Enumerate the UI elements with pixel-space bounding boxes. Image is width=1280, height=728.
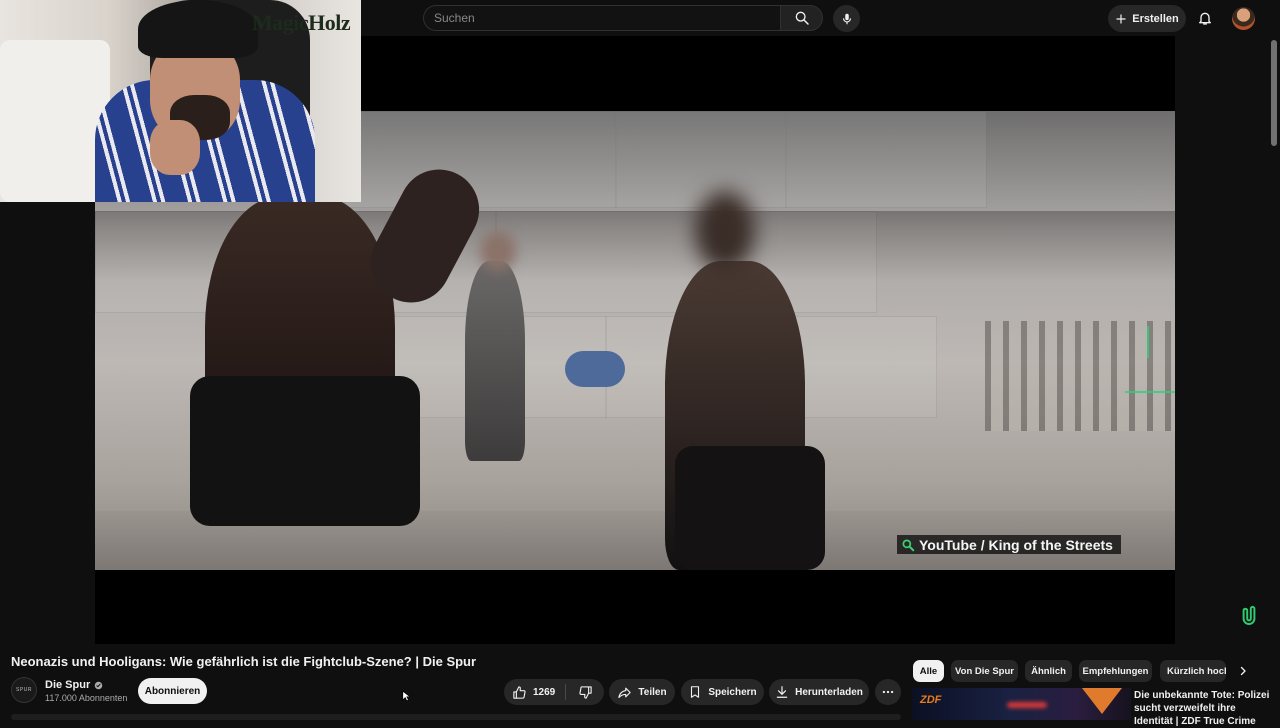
share-button[interactable]: Teilen (609, 679, 675, 705)
magnifier-icon (902, 538, 915, 551)
more-horizontal-icon (882, 690, 894, 694)
wall-block (345, 111, 617, 208)
chip-recommendations[interactable]: Empfehlungen (1079, 660, 1152, 682)
channel-name-row[interactable]: Die Spur (45, 679, 103, 691)
blurred-face (695, 191, 755, 271)
wall-block (615, 111, 787, 208)
thumbs-up-icon (513, 685, 526, 699)
bookmark-icon (691, 686, 700, 698)
mouse-cursor-icon (402, 690, 410, 702)
background-person (465, 261, 525, 461)
save-label: Speichern (708, 686, 757, 698)
voice-search-button[interactable] (833, 5, 860, 32)
like-button[interactable]: 1269 (512, 679, 555, 705)
create-button[interactable]: Erstellen (1108, 5, 1186, 32)
share-icon (618, 687, 632, 698)
download-label: Herunterladen (795, 686, 863, 698)
wall-block (785, 111, 987, 208)
search-input[interactable] (423, 5, 780, 31)
subscribe-button[interactable]: Abonnieren (138, 678, 207, 704)
verified-icon (94, 681, 103, 689)
green-scan-line (1125, 391, 1175, 393)
brand-logo: MagicHolz (252, 10, 351, 35)
channel-avatar-text: SPUR (16, 687, 32, 693)
zdf-logo: ZDF (920, 694, 942, 706)
chip-from-channel[interactable]: Von Die Spur (951, 660, 1018, 682)
chip-recently-uploaded[interactable]: Kürzlich hochgeladen (1160, 660, 1226, 682)
description-box-edge (11, 714, 901, 720)
thumb-triangle (1082, 688, 1122, 714)
plus-icon (1116, 13, 1126, 24)
webcam-overlay: MagicHolz (0, 0, 361, 202)
account-avatar[interactable] (1232, 7, 1255, 30)
streamer-cap (138, 0, 258, 58)
video-title: Neonazis und Hooligans: Wie gefährlich i… (11, 654, 477, 669)
chips-next-button[interactable] (1234, 662, 1252, 680)
blurred-face (480, 231, 516, 271)
download-icon (776, 686, 788, 698)
green-scan-line (1147, 326, 1149, 358)
thumbs-down-icon (578, 685, 592, 699)
sofa (0, 40, 110, 202)
save-button[interactable]: Speichern (681, 679, 764, 705)
bell-icon (1199, 12, 1211, 25)
search-button[interactable] (780, 5, 823, 31)
search-box (423, 5, 823, 33)
video-caption: YouTube / King of the Streets (897, 535, 1121, 554)
chip-similar[interactable]: Ähnlich (1025, 660, 1072, 682)
recommendation-thumbnail[interactable]: ZDF (912, 688, 1131, 720)
chip-all[interactable]: Alle (913, 660, 944, 682)
like-count: 1269 (533, 686, 556, 698)
thumb-light (1007, 702, 1047, 708)
fighter-right-glove (565, 351, 625, 387)
channel-avatar[interactable]: SPUR (11, 677, 37, 703)
green-extension-icon[interactable] (1240, 604, 1258, 626)
create-label: Erstellen (1132, 12, 1179, 25)
dislike-button[interactable] (576, 683, 594, 701)
microphone-icon (842, 13, 851, 24)
notifications-button[interactable] (1195, 8, 1215, 28)
fighter-left-shorts (190, 376, 420, 526)
like-divider (565, 684, 566, 700)
page-scrollbar[interactable] (1271, 40, 1277, 146)
chevron-right-icon (1240, 666, 1246, 676)
download-button[interactable]: Herunterladen (769, 679, 869, 705)
streamer-hand (150, 120, 200, 175)
channel-name: Die Spur (45, 679, 91, 691)
more-actions-button[interactable] (875, 679, 901, 705)
share-label: Teilen (638, 686, 667, 698)
search-icon (795, 11, 809, 25)
recommendation-title[interactable]: Die unbekannte Tote: Polizei sucht verzw… (1134, 689, 1274, 728)
subscriber-count: 117.000 Abonnenten (45, 693, 128, 703)
fighter-right-shorts (675, 446, 825, 570)
caption-text: YouTube / King of the Streets (919, 536, 1113, 553)
